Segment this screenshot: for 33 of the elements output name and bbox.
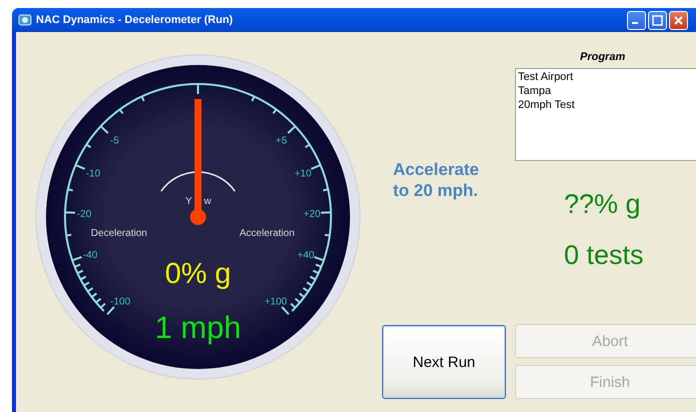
scale-label: -10: [86, 168, 100, 180]
yaw-label: Y: [185, 196, 192, 207]
deceleration-label: Deceleration: [90, 228, 148, 239]
test-count: 0 tests: [564, 240, 645, 271]
scale-label: +10: [294, 168, 312, 180]
program-list[interactable]: Test Airport Tampa 20mph Test: [515, 68, 696, 161]
scale-label: -5: [110, 135, 120, 146]
scale-label: +20: [303, 209, 320, 220]
yaw-label: w: [204, 196, 212, 207]
window-title: NAC Dynamics - Decelerometer (Run): [36, 14, 234, 26]
scale-label: -100: [110, 296, 130, 308]
program-label: Program: [580, 51, 626, 63]
program-item[interactable]: Test Airport: [518, 70, 574, 84]
g-result: ??% g: [564, 189, 642, 220]
maximize-button[interactable]: [648, 10, 667, 30]
next-run-button[interactable]: Next Run: [382, 325, 506, 399]
program-item[interactable]: Tampa: [518, 84, 552, 98]
acceleration-label: Acceleration: [239, 228, 295, 239]
app-icon: [18, 13, 32, 27]
minimize-icon: [632, 22, 638, 24]
scale-label: +100: [264, 296, 288, 308]
scale-label: -20: [76, 209, 92, 220]
instruction-text: Accelerate to 20 mph.: [393, 159, 480, 201]
maximize-icon: [652, 14, 663, 26]
speed-reading: 1 mph: [154, 310, 242, 345]
scale-label: +5: [276, 135, 288, 146]
scale-label: +40: [297, 250, 314, 262]
close-button[interactable]: [669, 10, 688, 30]
g-reading: 0% g: [164, 258, 232, 290]
scale-label: -40: [82, 250, 98, 262]
program-item[interactable]: 20mph Test: [518, 98, 575, 112]
close-icon: [673, 14, 684, 26]
minimize-button[interactable]: [627, 10, 646, 30]
